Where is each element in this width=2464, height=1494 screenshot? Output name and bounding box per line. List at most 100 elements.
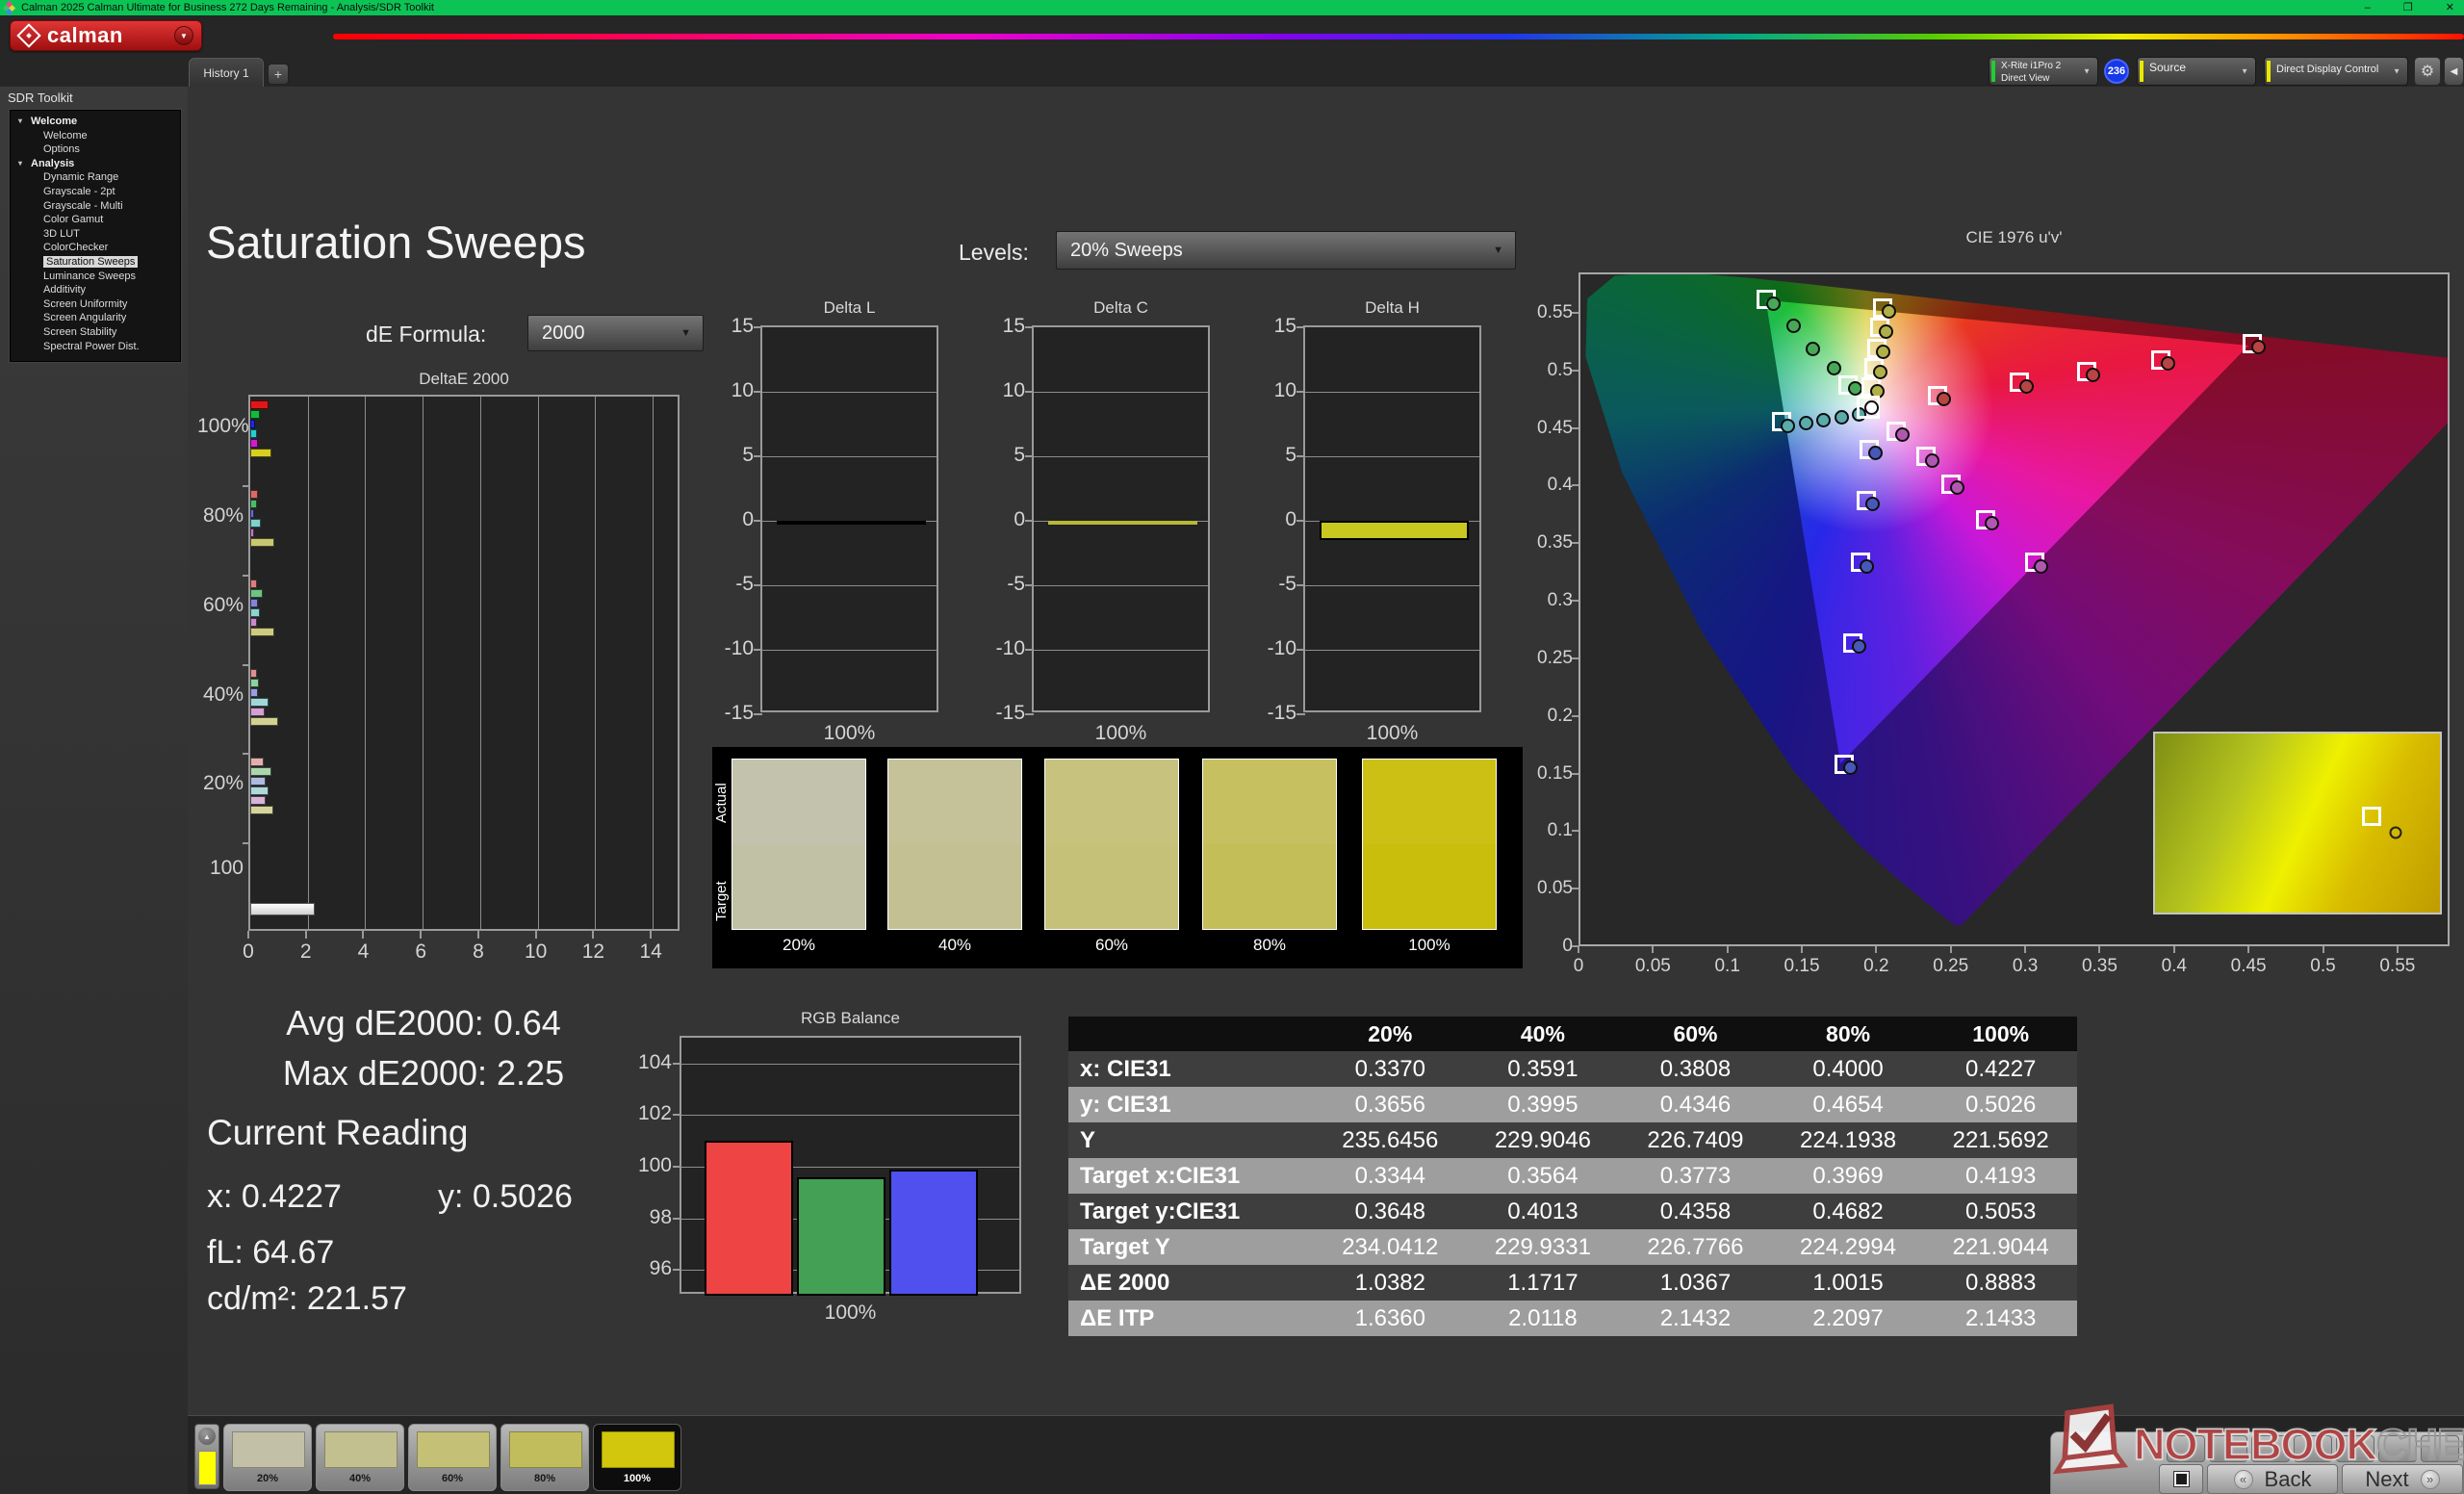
measured-circle-marker xyxy=(2019,379,2034,394)
bar xyxy=(250,786,269,795)
pattern-thumbnail-40%[interactable]: 40% xyxy=(316,1424,404,1491)
table-cell: 0.5026 xyxy=(1924,1087,2077,1122)
tab-history-1[interactable]: History 1 xyxy=(189,58,264,87)
axis-tick xyxy=(1572,370,1578,372)
swatch-60% xyxy=(1044,759,1179,930)
axis-tick xyxy=(673,1166,681,1168)
table-cell: 0.4682 xyxy=(1772,1194,1925,1229)
bar xyxy=(250,580,257,588)
sidebar-item-label: Screen Angularity xyxy=(43,312,126,323)
scroll-up-icon[interactable]: ▲ xyxy=(198,1428,216,1445)
sidebar: ◀ SDR Toolkit ▾WelcomeWelcomeOptions▾Ana… xyxy=(0,56,188,1494)
tree-expand-icon[interactable]: ▾ xyxy=(18,157,22,171)
table-cell: 226.7409 xyxy=(1619,1122,1772,1158)
app-header: calman ▼ xyxy=(0,15,2464,56)
levels-dropdown[interactable]: 20% Sweeps ▼ xyxy=(1056,231,1516,270)
sidebar-item-welcome[interactable]: Welcome xyxy=(11,129,180,143)
minimize-button[interactable]: – xyxy=(2365,0,2371,15)
sidebar-item-label: Screen Uniformity xyxy=(43,298,127,310)
tree-expand-icon[interactable]: ▾ xyxy=(18,115,22,129)
axis-tick xyxy=(1572,484,1578,486)
logo-menu-caret-icon[interactable]: ▼ xyxy=(174,26,193,45)
settings-gear-icon[interactable]: ⚙ xyxy=(2414,57,2441,86)
sidebar-item-colorchecker[interactable]: ColorChecker xyxy=(11,241,180,255)
panel-collapse-icon[interactable]: ◀ xyxy=(2444,57,2464,86)
table-row: x: CIE310.33700.35910.38080.40000.4227 xyxy=(1068,1051,2077,1087)
sidebar-item-analysis[interactable]: ▾Analysis xyxy=(11,157,180,171)
x-axis-label: 100% xyxy=(760,722,938,745)
delta-c-chart: Delta C 100% 151050-5-10-15 xyxy=(988,296,1258,754)
chevron-down-icon: ▼ xyxy=(2393,67,2400,76)
sidebar-item-screen-uniformity[interactable]: Screen Uniformity xyxy=(11,297,180,312)
sidebar-item-screen-angularity[interactable]: Screen Angularity xyxy=(11,311,180,325)
chart-title: CIE 1976 u'v' xyxy=(1578,228,2450,247)
source-dropdown[interactable]: Source ▼ xyxy=(2137,57,2256,86)
pattern-thumbnail-100%[interactable]: 100% xyxy=(593,1424,681,1491)
close-button[interactable]: ✕ xyxy=(2446,0,2454,15)
chart-title: Delta C xyxy=(1032,298,1210,318)
restore-button[interactable]: ❐ xyxy=(2403,0,2413,15)
table-cell: 1.0382 xyxy=(1314,1265,1467,1301)
bar xyxy=(250,806,273,814)
window-title: Calman 2025 Calman Ultimate for Business… xyxy=(21,2,434,13)
axis-tick-label: -10 xyxy=(1260,637,1296,660)
axis-tick xyxy=(1296,455,1305,457)
axis-tick-label: 0.25 xyxy=(1530,648,1573,669)
pattern-thumbnail-60%[interactable]: 60% xyxy=(408,1424,497,1491)
table-row-label: y: CIE31 xyxy=(1068,1087,1314,1122)
sidebar-item-options[interactable]: Options xyxy=(11,142,180,157)
sidebar-item-spectral-power-dist-[interactable]: Spectral Power Dist. xyxy=(11,340,180,354)
sidebar-item-saturation-sweeps[interactable]: Saturation Sweeps xyxy=(11,255,180,270)
axis-tick xyxy=(1296,391,1305,393)
axis-tick-label: 0.05 xyxy=(1530,878,1573,899)
table-column-header: 40% xyxy=(1467,1017,1620,1051)
axis-tick xyxy=(243,485,250,487)
calman-logo-button[interactable]: calman ▼ xyxy=(10,20,202,51)
axis-tick xyxy=(1296,520,1305,522)
bar xyxy=(777,521,926,525)
sidebar-item-dynamic-range[interactable]: Dynamic Range xyxy=(11,170,180,185)
sidebar-item-additivity[interactable]: Additivity xyxy=(11,283,180,297)
sidebar-item-label: Options xyxy=(43,143,80,155)
axis-tick xyxy=(1572,830,1578,832)
pattern-thumbnail-20%[interactable]: 20% xyxy=(223,1424,312,1491)
sidebar-item-grayscale-multi[interactable]: Grayscale - Multi xyxy=(11,199,180,214)
sidebar-item-luminance-sweeps[interactable]: Luminance Sweeps xyxy=(11,270,180,284)
pattern-thumbnail-80%[interactable]: 80% xyxy=(500,1424,589,1491)
thumbnail-swatch xyxy=(417,1431,490,1468)
de-formula-dropdown[interactable]: 2000 ▼ xyxy=(527,315,704,351)
axis-tick xyxy=(1025,391,1034,393)
swatch-20% xyxy=(732,759,866,930)
axis-tick-label: 12 xyxy=(574,940,612,964)
axis-tick xyxy=(535,931,537,939)
chart-title: Delta H xyxy=(1303,298,1481,318)
chart-title: Delta L xyxy=(760,298,938,318)
table-row: Target y:CIE310.36480.40130.43580.46820.… xyxy=(1068,1194,2077,1229)
gridline xyxy=(1305,456,1479,457)
sidebar-item-grayscale-2pt[interactable]: Grayscale - 2pt xyxy=(11,185,180,199)
thumbnail-label: 60% xyxy=(409,1473,496,1484)
axis-tick-label: 0.05 xyxy=(1624,956,1681,977)
meter-dropdown[interactable]: X-Rite i1Pro 2 Direct View ▼ xyxy=(1989,57,2098,86)
axis-tick-label: 0.35 xyxy=(1530,532,1573,554)
meter-count-badge[interactable]: 236 xyxy=(2104,59,2129,84)
workflow-tree: ▾WelcomeWelcomeOptions ▾AnalysisDynamic R… xyxy=(10,110,181,362)
axis-tick xyxy=(243,575,250,577)
current-pattern-swatch[interactable] xyxy=(198,1451,217,1485)
display-control-dropdown[interactable]: Direct Display Control ▼ xyxy=(2264,57,2408,86)
sidebar-item-label: Additivity xyxy=(43,284,86,296)
sidebar-item-welcome[interactable]: ▾Welcome xyxy=(11,115,180,129)
add-tab-button[interactable]: + xyxy=(268,64,289,85)
sidebar-title: SDR Toolkit xyxy=(8,90,73,105)
sidebar-item-3d-lut[interactable]: 3D LUT xyxy=(11,227,180,242)
axis-tick xyxy=(1025,520,1034,522)
axis-tick xyxy=(1950,946,1952,953)
table-row: ΔE ITP1.63602.01182.14322.20972.1433 xyxy=(1068,1301,2077,1336)
sidebar-item-screen-stability[interactable]: Screen Stability xyxy=(11,325,180,340)
table-row-label: Y xyxy=(1068,1122,1314,1158)
sidebar-item-color-gamut[interactable]: Color Gamut xyxy=(11,213,180,227)
measured-circle-marker xyxy=(2161,356,2175,371)
axis-tick xyxy=(2323,946,2324,953)
axis-group-label: 100 xyxy=(197,857,244,880)
axis-tick xyxy=(1727,946,1729,953)
